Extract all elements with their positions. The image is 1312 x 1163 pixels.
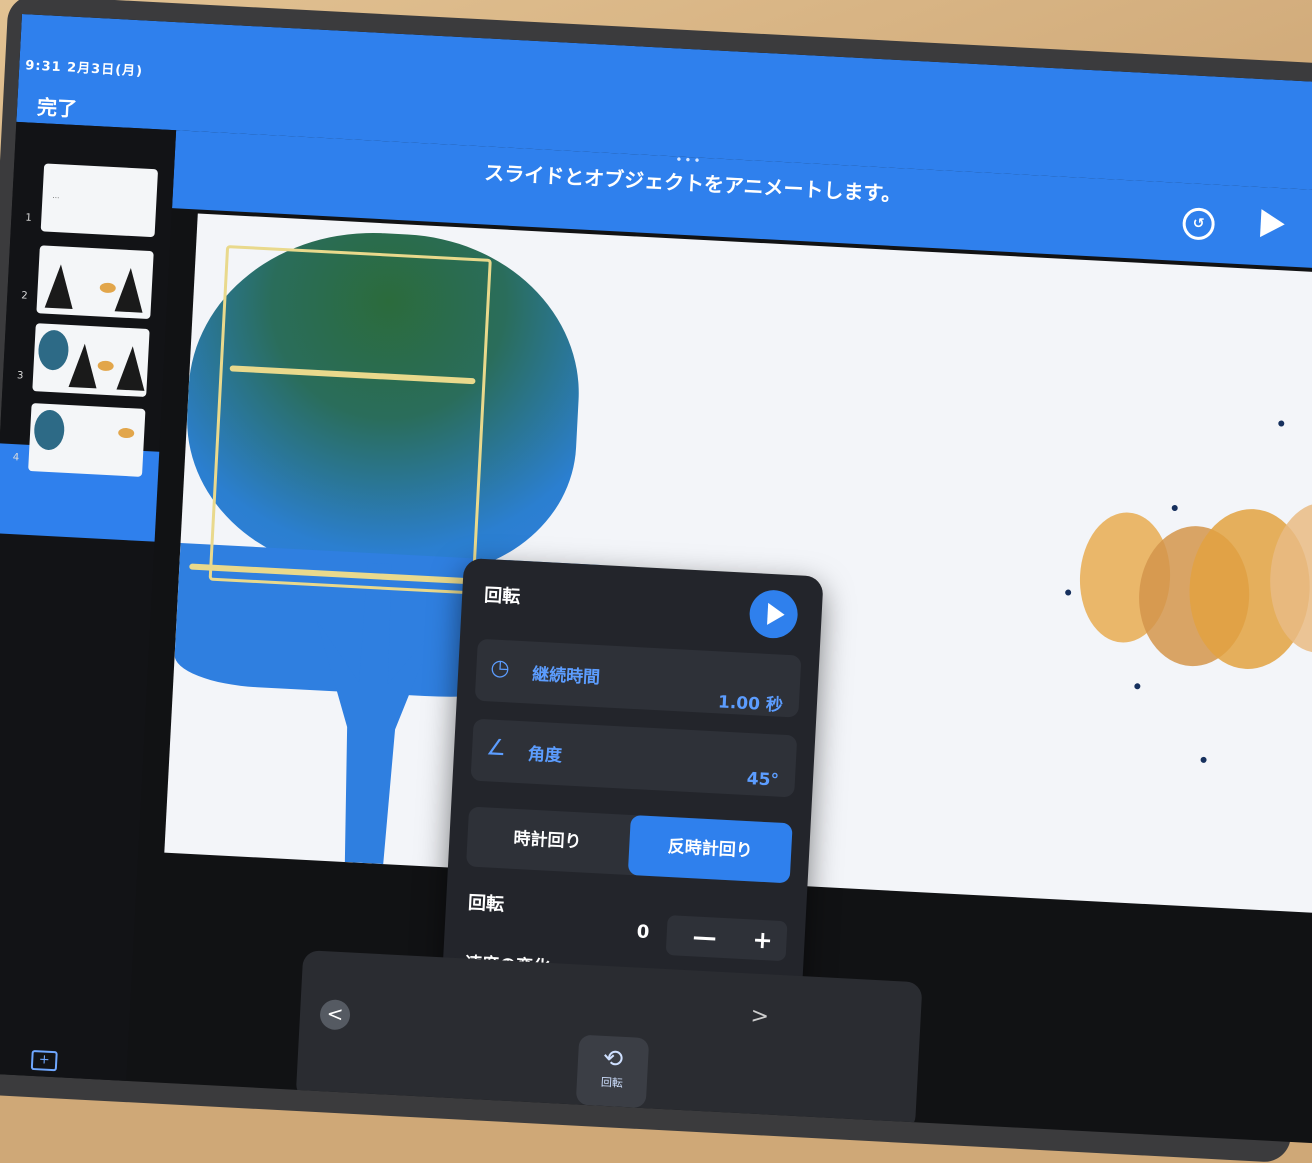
chevron-left-icon[interactable]: < (319, 998, 351, 1031)
duration-row[interactable]: ◷ 継続時間 1.00 秒 (474, 638, 802, 718)
rotate-icon: ⟲ (602, 1043, 624, 1073)
slide-number: 3 (16, 370, 24, 382)
rotate-animation-popover: 回転 ◷ 継続時間 1.00 秒 ∠ 角度 45° 時計回り 反時計回り 回転 … (442, 557, 824, 997)
rotations-label: 回転 (467, 892, 505, 916)
clockwise-option[interactable]: 時計回り (466, 806, 629, 874)
increment-button[interactable]: + (752, 926, 774, 955)
bush-shape (37, 329, 70, 371)
add-slide-icon[interactable]: + (30, 1049, 58, 1072)
popover-title: 回転 (483, 585, 521, 608)
selection-handle[interactable] (1065, 589, 1072, 596)
rotate-effect-button[interactable]: ⟲ 回転 (575, 1034, 650, 1109)
slide-navigator: 1 … 2 3 4 + (0, 121, 177, 1089)
slide-thumbnail-2[interactable] (36, 245, 154, 320)
slide-caption: … (52, 191, 60, 201)
chick-shape (117, 427, 135, 439)
rotations-value: 0 (636, 921, 650, 944)
decrement-button[interactable]: — (692, 922, 717, 951)
rotate-effect-label: 回転 (600, 1075, 624, 1090)
tree-shape (116, 345, 147, 391)
preview-play-button[interactable] (748, 588, 799, 640)
status-time-date: 9:31 2月3日(月) (24, 58, 144, 80)
grip-handle[interactable]: ••• (675, 152, 705, 167)
chevron-right-icon[interactable]: > (750, 1004, 770, 1030)
slide-thumbnail-3[interactable] (32, 323, 150, 398)
tree-shape (44, 263, 75, 310)
selected-chick-object[interactable] (1074, 500, 1312, 715)
done-button[interactable]: 完了 (36, 91, 78, 122)
rotations-stepper: — + (665, 915, 788, 962)
hand-drawn-frame (208, 245, 492, 595)
slide-thumbnail-1[interactable]: … (40, 163, 159, 238)
bush-shape (33, 409, 66, 451)
counterclockwise-option[interactable]: 反時計回り (627, 814, 793, 884)
selection-handle[interactable] (1278, 420, 1285, 427)
slide-number: 1 (25, 212, 32, 224)
angle-value: 45° (746, 768, 780, 791)
chick-shape (97, 360, 114, 372)
stopwatch-icon: ◷ (489, 655, 511, 682)
slide-number: 4 (12, 452, 20, 464)
direction-segmented-control: 時計回り 反時計回り (465, 806, 793, 884)
tree-shape (114, 267, 145, 313)
tree-shape (68, 343, 99, 389)
slide-thumbnail-4[interactable] (28, 403, 146, 477)
duration-label: 継続時間 (531, 664, 601, 689)
angle-row[interactable]: ∠ 角度 45° (470, 718, 798, 798)
selection-handle[interactable] (1200, 756, 1207, 764)
angle-label: 角度 (527, 744, 563, 767)
ipad-screen: 9:31 2月3日(月) 完了 ••• スライドとオブジェクトをアニメートします… (0, 14, 1312, 1146)
duration-value: 1.00 秒 (717, 692, 784, 716)
angle-icon: ∠ (485, 735, 507, 762)
play-icon[interactable] (1260, 209, 1286, 239)
slide-number: 2 (20, 290, 28, 302)
chick-shape (99, 282, 117, 294)
